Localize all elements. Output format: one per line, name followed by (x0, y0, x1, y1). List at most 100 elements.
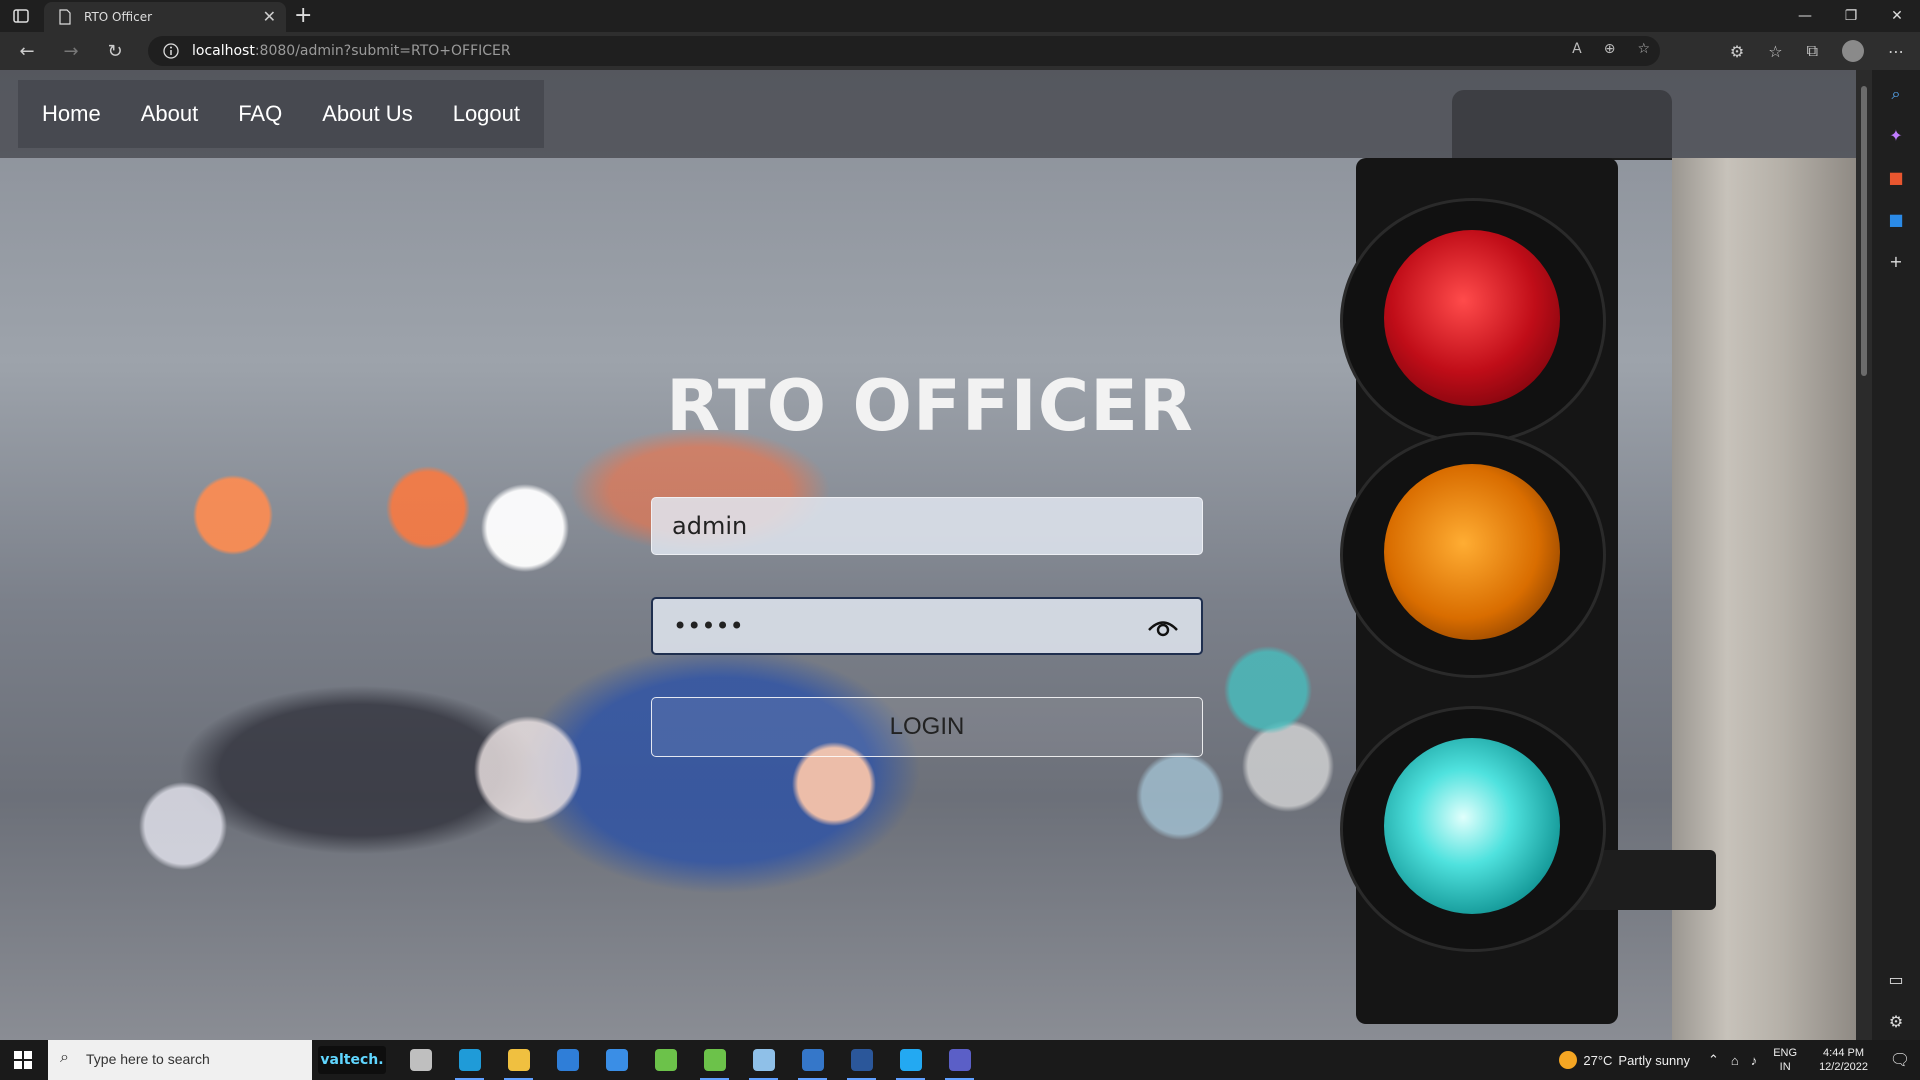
clock-date: 12/2/2022 (1819, 1061, 1868, 1073)
taskbar-app-mail[interactable] (543, 1040, 592, 1080)
tray-chevron-icon[interactable]: ⌃ (1702, 1052, 1725, 1068)
taskbar-search[interactable]: ⌕ Type here to search (48, 1040, 312, 1080)
taskbar: ⌕ Type here to search valtech. 27°C Part… (0, 1040, 1920, 1080)
vscode-icon (899, 1049, 922, 1071)
browser-tab[interactable]: RTO Officer ✕ (44, 2, 286, 32)
site-info-icon[interactable] (162, 42, 180, 60)
nav-home[interactable]: Home (22, 101, 121, 127)
new-tab-button[interactable]: + (294, 3, 312, 28)
sidebar-copilot-icon[interactable]: ✦ (1886, 126, 1906, 146)
weather-temp: 27°C (1583, 1052, 1613, 1068)
notification-icon[interactable]: 🗨 (1880, 1050, 1920, 1070)
top-navigation: Home About FAQ About Us Logout (0, 70, 1856, 158)
weather-widget[interactable]: 27°C Partly sunny (1547, 1051, 1702, 1069)
language-indicator[interactable]: ENG IN (1763, 1046, 1807, 1074)
nav-about[interactable]: About (121, 101, 219, 127)
windows-start-icon[interactable] (14, 1051, 32, 1069)
amber-lamp (1384, 464, 1560, 640)
taskbar-app-word[interactable] (837, 1040, 886, 1080)
address-bar-row: ← → ↻ localhost:8080/admin?submit=RTO+OF… (0, 32, 1920, 70)
taskbar-app-spring-tool-2[interactable] (690, 1040, 739, 1080)
edge-icon (458, 1049, 481, 1071)
taskbar-app-photos[interactable] (788, 1040, 837, 1080)
username-field[interactable] (651, 497, 1203, 555)
sidebar-office-icon[interactable]: ■ (1886, 168, 1906, 188)
taskbar-apps (396, 1040, 984, 1080)
notepad-icon (752, 1049, 775, 1071)
teams-icon (948, 1049, 971, 1071)
weather-text: Partly sunny (1618, 1052, 1690, 1068)
window-controls: — ❐ ✕ (1782, 0, 1920, 32)
taskbar-app-vscode[interactable] (886, 1040, 935, 1080)
weather-sun-icon (1559, 1051, 1578, 1069)
file-explorer-icon (507, 1049, 530, 1071)
url-field[interactable]: localhost:8080/admin?submit=RTO+OFFICER … (148, 36, 1660, 66)
sidebar-add-icon[interactable]: + (1886, 252, 1906, 272)
close-window-button[interactable]: ✕ (1874, 0, 1920, 32)
taskbar-app-notepad[interactable] (739, 1040, 788, 1080)
word-icon (850, 1049, 873, 1071)
nav-logout[interactable]: Logout (433, 101, 540, 127)
page-title: RTO OFFICER (666, 365, 1194, 447)
spring-tool-1-icon (654, 1049, 677, 1071)
search-icon: ⌕ (60, 1049, 69, 1066)
taskbar-app-spring-tool-1[interactable] (641, 1040, 690, 1080)
back-icon[interactable]: ← (16, 41, 38, 63)
task-view-icon (409, 1049, 432, 1071)
nav-faq[interactable]: FAQ (218, 101, 302, 127)
password-field[interactable] (651, 597, 1203, 655)
volume-icon[interactable]: ♪ (1745, 1053, 1764, 1068)
nav-about-us[interactable]: About Us (302, 101, 433, 127)
nav-links: Home About FAQ About Us Logout (18, 80, 544, 148)
green-lamp (1384, 738, 1560, 914)
password-input[interactable] (653, 599, 1201, 653)
red-lamp (1384, 230, 1560, 406)
taskbar-app-store[interactable] (592, 1040, 641, 1080)
taskbar-app-edge[interactable] (445, 1040, 494, 1080)
network-icon[interactable]: ⌂ (1725, 1053, 1745, 1068)
sidebar-outlook-icon[interactable]: ■ (1886, 210, 1906, 230)
system-tray: 27°C Partly sunny ⌃ ⌂ ♪ ENG IN 4:44 PM 1… (1547, 1040, 1920, 1080)
url-tools: A ⊕ ☆ (1572, 41, 1650, 57)
url-host: localhost (192, 43, 255, 59)
tab-title: RTO Officer (84, 10, 153, 24)
clock-time: 4:44 PM (1823, 1047, 1865, 1059)
valtech-widget[interactable]: valtech. (318, 1046, 386, 1074)
username-input[interactable] (652, 498, 1202, 554)
favorites-icon[interactable]: ☆ (1768, 42, 1782, 61)
extensions-icon[interactable]: ⚙ (1730, 42, 1744, 61)
browser-tab-bar: RTO Officer ✕ + — ❐ ✕ (0, 0, 1920, 32)
url-path: :8080/admin?submit=RTO+OFFICER (254, 43, 511, 59)
minimize-button[interactable]: — (1782, 0, 1828, 32)
search-placeholder: Type here to search (86, 1051, 210, 1067)
more-menu-icon[interactable]: ⋯ (1888, 42, 1904, 61)
page-scrollbar[interactable] (1856, 70, 1872, 1040)
page-viewport: Home About FAQ About Us Logout RTO OFFIC… (0, 70, 1856, 1040)
browser-toolbar: ⚙ ☆ ⧉ ⋯ (1730, 40, 1904, 62)
zoom-icon[interactable]: ⊕ (1604, 41, 1616, 57)
show-password-icon[interactable] (1147, 617, 1179, 639)
sidebar-settings-icon[interactable]: ⚙ (1886, 1012, 1906, 1032)
forward-icon[interactable]: → (60, 41, 82, 63)
favorite-add-icon[interactable]: ☆ (1637, 41, 1650, 57)
lang-bottom: IN (1779, 1061, 1791, 1073)
url-text: localhost:8080/admin?submit=RTO+OFFICER (192, 43, 511, 59)
scrollbar-thumb[interactable] (1861, 86, 1867, 376)
taskbar-app-task-view[interactable] (396, 1040, 445, 1080)
tab-close-icon[interactable]: ✕ (263, 7, 276, 26)
page-icon (59, 9, 71, 25)
clock[interactable]: 4:44 PM 12/2/2022 (1807, 1046, 1880, 1074)
read-aloud-icon[interactable]: A (1572, 41, 1582, 57)
login-button[interactable]: LOGIN (651, 697, 1203, 757)
sidebar-panel-icon[interactable]: ▭ (1886, 970, 1906, 990)
taskbar-app-file-explorer[interactable] (494, 1040, 543, 1080)
browser-sidebar: ⌕ ✦ ■ ■ + ▭ ⚙ (1872, 70, 1920, 1040)
photos-icon (801, 1049, 824, 1071)
sidebar-search-icon[interactable]: ⌕ (1886, 84, 1906, 104)
restore-button[interactable]: ❐ (1828, 0, 1874, 32)
refresh-icon[interactable]: ↻ (104, 41, 126, 63)
collections-icon[interactable]: ⧉ (1807, 41, 1818, 61)
profile-avatar[interactable] (1842, 40, 1864, 62)
taskbar-app-teams[interactable] (935, 1040, 984, 1080)
tab-actions-icon[interactable] (12, 7, 30, 25)
